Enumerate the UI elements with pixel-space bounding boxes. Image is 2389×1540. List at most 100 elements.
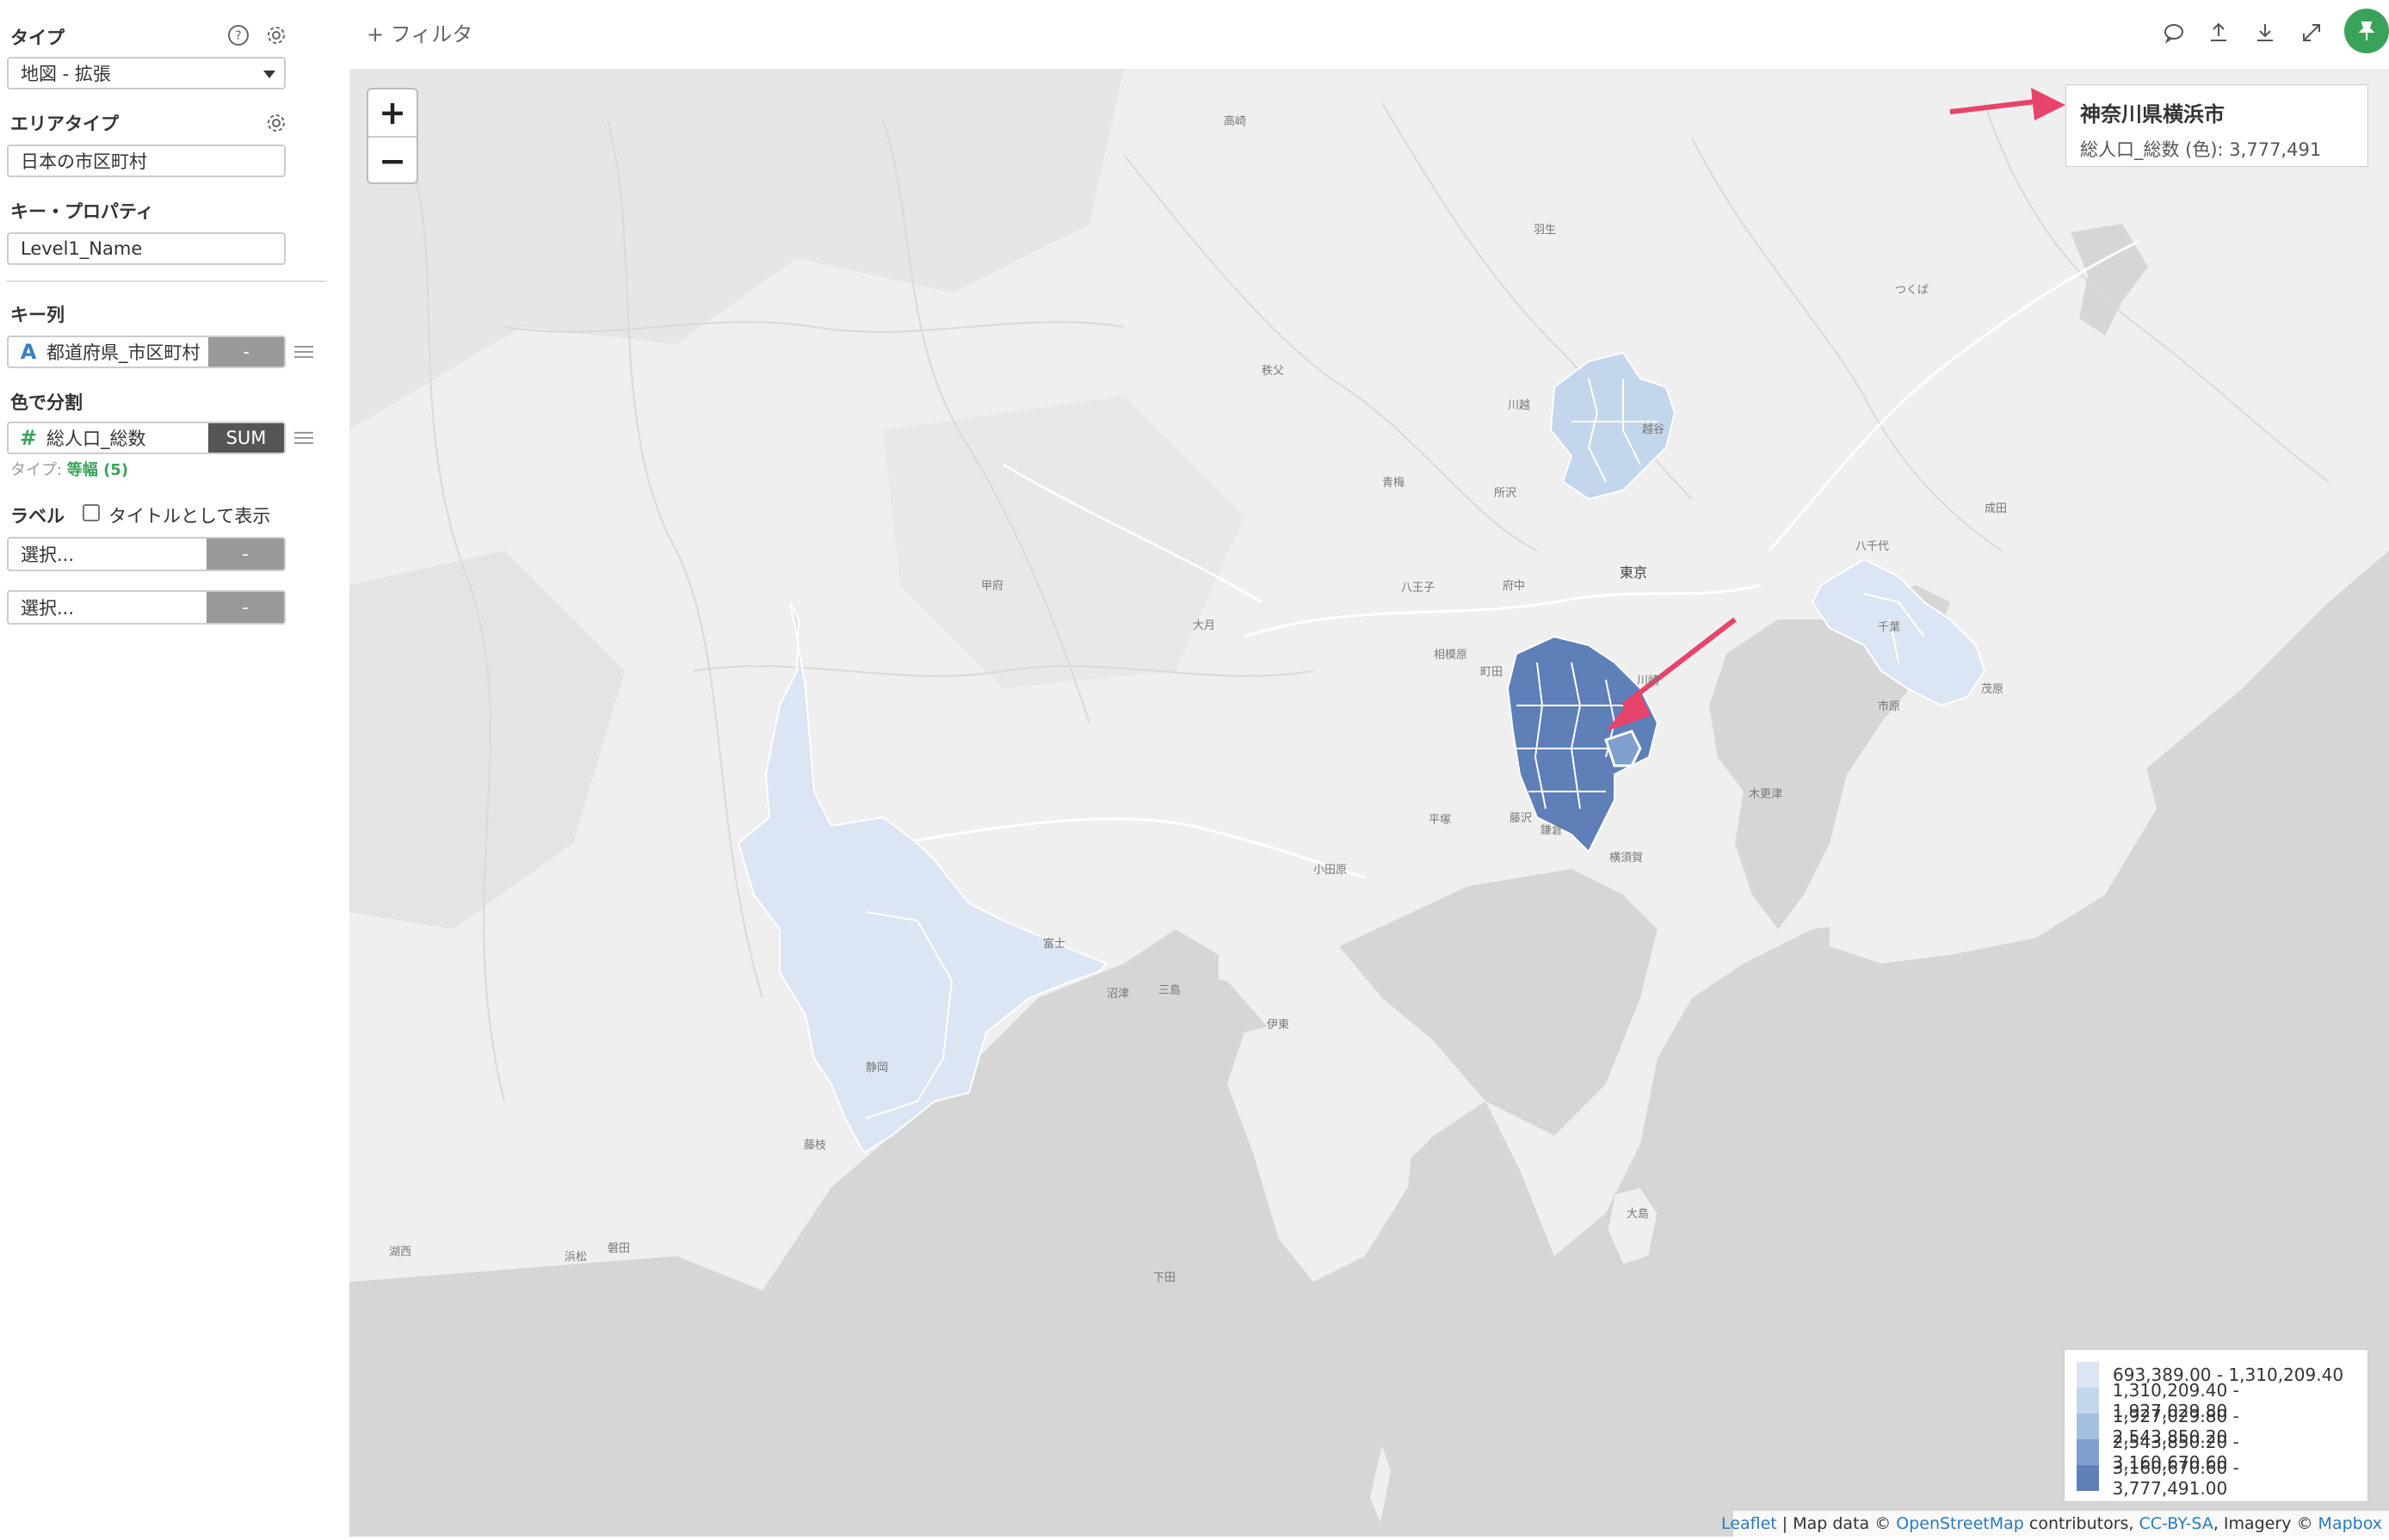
color-column-pill[interactable]: # 総人口_総数 SUM (7, 422, 286, 454)
add-filter-button[interactable]: + フィルタ (367, 17, 472, 47)
legend-swatch (2077, 1414, 2099, 1439)
place-label: 甲府 (981, 580, 1004, 593)
label-select-2[interactable]: 選択... - (7, 590, 286, 625)
place-label: 千葉 (1878, 621, 1901, 634)
zoom-out-button[interactable]: − (368, 138, 417, 182)
label-select-2-action[interactable]: - (207, 592, 284, 623)
label-select-1-value: 選択... (21, 545, 75, 565)
key-column-action-button[interactable]: - (208, 337, 284, 367)
download-icon[interactable] (2251, 19, 2279, 46)
legend-item: 3,160,670.60 - 3,777,491.00 (2077, 1457, 2355, 1499)
place-label: 富士 (1043, 938, 1066, 951)
map-basemap (349, 69, 2389, 1537)
aggregation-button[interactable]: SUM (208, 423, 284, 453)
gear-icon[interactable] (263, 22, 289, 48)
area-type-value: 日本の市区町村 (21, 151, 147, 172)
toolbar: + フィルタ (336, 0, 2389, 69)
settings-sidebar: タイプ ? 地図 - 拡張 エリアタイプ 日本の市区町村 キー・プロパティ Le… (0, 0, 336, 1540)
place-label: 町田 (1480, 666, 1503, 679)
key-property-label: キー・プロパティ (10, 201, 154, 222)
zoom-in-button[interactable]: + (368, 89, 417, 138)
place-label: 川越 (1508, 399, 1531, 412)
svg-text:?: ? (235, 29, 241, 43)
chart-type-select[interactable]: 地図 - 拡張 (7, 57, 286, 89)
attribution-text: contributors, (2023, 1514, 2139, 1533)
color-subtype: タイプ: 等幅 (5) (10, 458, 128, 480)
area-type-label: エリアタイプ (10, 114, 119, 134)
place-label: 静岡 (866, 1062, 889, 1075)
color-column-value: 総人口_総数 (46, 428, 146, 449)
key-column-label: キー列 (10, 305, 65, 325)
color-subtype-prefix: タイプ: (10, 461, 67, 479)
tooltip-value: 総人口_総数 (色): 3,777,491 (2080, 139, 2322, 160)
place-label: 大島 (1627, 1208, 1650, 1221)
number-type-icon: # (19, 426, 38, 450)
area-gear-icon[interactable] (263, 110, 289, 136)
show-as-title-checkbox[interactable] (83, 504, 100, 521)
divider (7, 280, 327, 282)
expand-icon[interactable] (2298, 19, 2325, 46)
place-label: 藤枝 (804, 1139, 827, 1152)
place-label: 相模原 (1434, 649, 1468, 662)
color-label: 色で分割 (10, 392, 83, 413)
osm-link[interactable]: OpenStreetMap (1896, 1514, 2024, 1533)
place-label: 府中 (1503, 580, 1526, 593)
place-label: 東京 (1620, 564, 1648, 581)
place-label: 茂原 (1981, 683, 2004, 696)
place-label: 藤沢 (1509, 812, 1533, 825)
map-tooltip: 神奈川県横浜市 総人口_総数 (色): 3,777,491 (2065, 84, 2368, 167)
share-icon[interactable] (2205, 19, 2232, 46)
place-label: 平塚 (1429, 814, 1452, 827)
drag-handle-icon[interactable] (294, 346, 313, 360)
place-label: つくば (1895, 284, 1929, 297)
color-subtype-link[interactable]: 等幅 (5) (67, 461, 128, 479)
place-label: 高崎 (1224, 115, 1247, 128)
leaflet-link[interactable]: Leaflet (1721, 1514, 1777, 1533)
legend-swatch (2077, 1439, 2099, 1465)
place-label: 羽生 (1534, 224, 1557, 237)
place-label: 八千代 (1855, 540, 1890, 553)
legend-label: 3,160,670.60 - 3,777,491.00 (2112, 1457, 2239, 1499)
place-label: 下田 (1153, 1272, 1176, 1284)
key-property-input[interactable]: Level1_Name (7, 232, 286, 265)
area-type-input[interactable]: 日本の市区町村 (7, 145, 286, 177)
choropleth-map[interactable]: 東京 川崎 横須賀 鎌倉 藤沢 平塚 小田原 相模原 町田 八王子 府中 所沢 … (349, 69, 2389, 1537)
zoom-control: + − (367, 88, 418, 184)
place-label: 三島 (1158, 984, 1182, 997)
license-link[interactable]: CC-BY-SA (2139, 1514, 2213, 1533)
place-label: 伊東 (1267, 1019, 1290, 1032)
legend-swatch (2077, 1465, 2099, 1491)
place-label: 大月 (1193, 619, 1216, 632)
place-label: 越谷 (1642, 423, 1665, 436)
place-label: 秩父 (1262, 365, 1285, 378)
place-label: 磐田 (608, 1242, 631, 1255)
attribution-text: | Map data © (1776, 1514, 1897, 1533)
place-label: 小田原 (1313, 864, 1348, 877)
key-column-pill[interactable]: A 都道府県_市区町村 - (7, 336, 286, 368)
place-label: 浜松 (565, 1251, 588, 1264)
chart-type-value: 地図 - 拡張 (21, 64, 111, 84)
place-label: 市原 (1878, 700, 1901, 713)
chevron-down-icon (263, 71, 275, 78)
show-as-title-label: タイトルとして表示 (108, 506, 271, 527)
attribution-text: , Imagery © (2213, 1514, 2318, 1533)
place-label: 川崎 (1637, 675, 1660, 687)
mapbox-link[interactable]: Mapbox (2318, 1514, 2382, 1533)
help-icon[interactable]: ? (225, 22, 251, 48)
drag-handle-icon[interactable] (294, 432, 313, 446)
legend-swatch (2077, 1362, 2099, 1388)
place-label: 木更津 (1749, 788, 1783, 801)
pin-icon[interactable] (2344, 9, 2389, 53)
place-label: 湖西 (389, 1246, 412, 1259)
text-type-icon: A (20, 340, 37, 364)
key-property-value: Level1_Name (21, 238, 143, 259)
place-label: 沼津 (1107, 988, 1130, 1001)
label-select-1[interactable]: 選択... - (7, 537, 286, 571)
label-select-2-value: 選択... (21, 598, 75, 619)
place-label: 青梅 (1382, 477, 1405, 490)
comment-icon[interactable] (2160, 19, 2188, 46)
place-label: 鎌倉 (1540, 824, 1564, 837)
key-column-value: 都道府県_市区町村 (46, 342, 201, 363)
label-select-1-action[interactable]: - (207, 539, 284, 570)
type-label: タイプ (10, 28, 65, 48)
